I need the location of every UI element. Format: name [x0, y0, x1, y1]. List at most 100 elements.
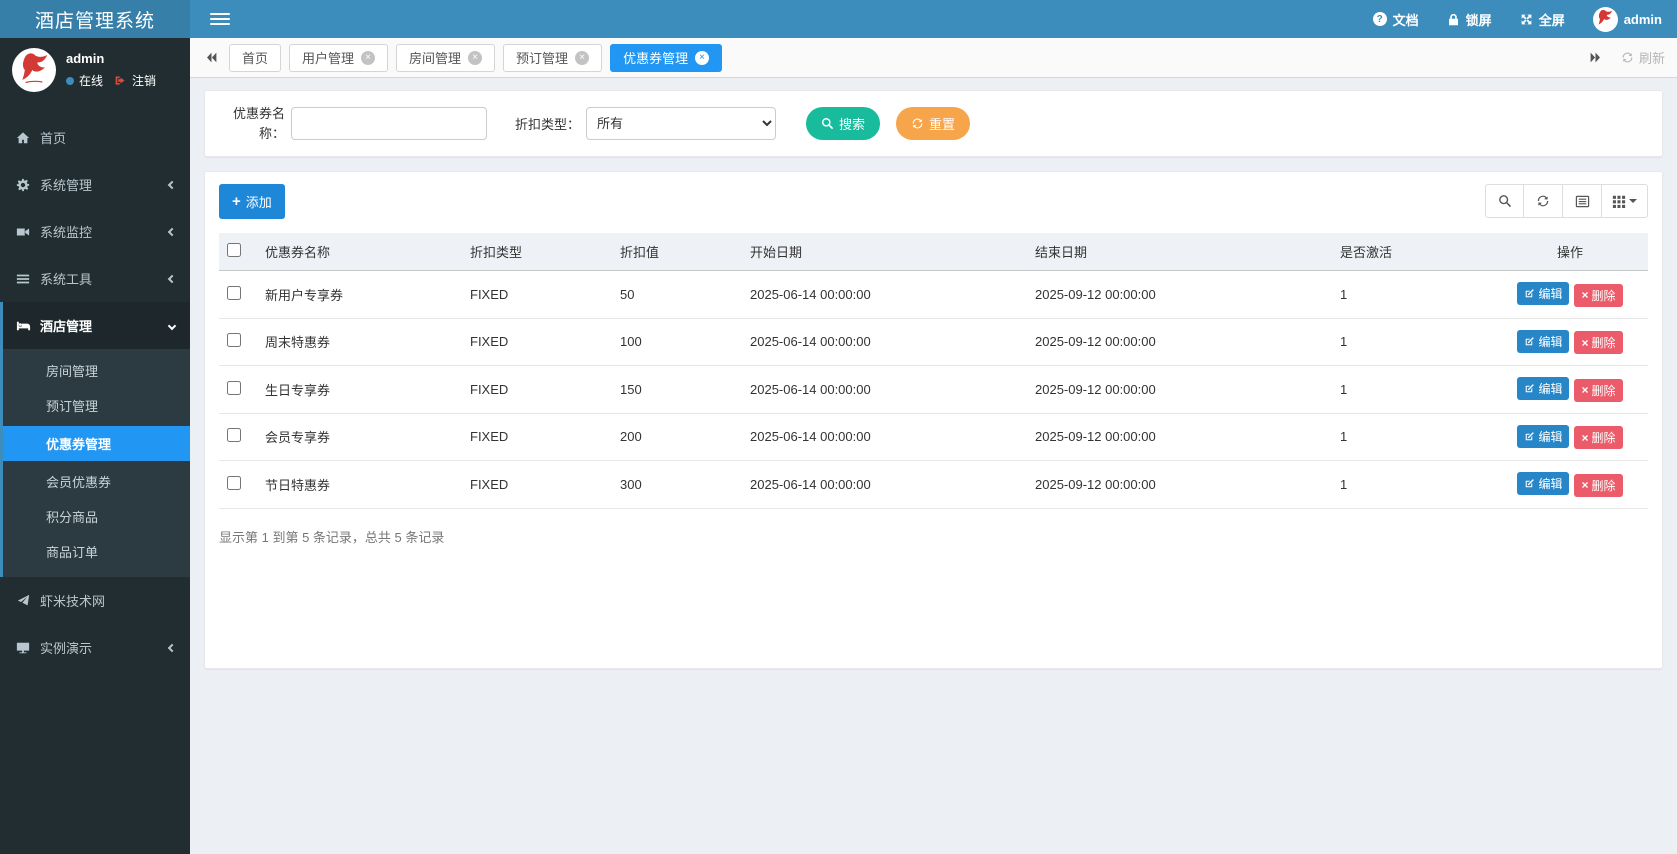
- gear-icon: [15, 178, 31, 192]
- cell-active: 1: [1332, 413, 1492, 461]
- close-icon[interactable]: ×: [361, 50, 376, 65]
- cell-discount-type: FIXED: [462, 318, 612, 366]
- app-logo[interactable]: 酒店管理系统: [0, 0, 190, 38]
- sidebar-item-system-tools[interactable]: 系统工具: [0, 255, 190, 302]
- row-checkbox[interactable]: [227, 475, 241, 490]
- x-icon: ×: [1581, 430, 1589, 445]
- caret-down-icon: [1629, 199, 1637, 203]
- col-active: 是否激活: [1332, 233, 1492, 271]
- sidebar-item-system-mgmt[interactable]: 系统管理: [0, 161, 190, 208]
- lock-screen-link[interactable]: 锁屏: [1447, 10, 1492, 29]
- row-checkbox[interactable]: [227, 380, 241, 395]
- sidebar-group-hotel-mgmt: 酒店管理 房间管理 预订管理 优惠券管理 会员优惠券 积分商品 商品订单: [0, 302, 190, 577]
- edit-button[interactable]: 编辑: [1517, 377, 1570, 400]
- question-circle-icon: ?: [1372, 12, 1387, 26]
- edit-icon: [1524, 288, 1535, 299]
- discount-type-label: 折扣类型：: [515, 117, 581, 132]
- delete-button[interactable]: × 删除: [1574, 473, 1623, 497]
- tabs-scroll-right-button[interactable]: [1586, 51, 1605, 64]
- fullscreen-icon: [1520, 13, 1533, 26]
- cell-start-date: 2025-06-14 00:00:00: [742, 318, 1027, 366]
- edit-button[interactable]: 编辑: [1517, 472, 1570, 495]
- row-checkbox[interactable]: [227, 285, 241, 300]
- bars-icon: [15, 272, 31, 286]
- sidebar-item-xiami[interactable]: 虾米技术网: [0, 577, 190, 624]
- reset-button[interactable]: 重置: [896, 107, 971, 140]
- video-camera-icon: [15, 225, 31, 239]
- cell-discount-type: FIXED: [462, 460, 612, 509]
- sidebar-item-goods-order[interactable]: 商品订单: [3, 534, 190, 569]
- col-discount-type: 折扣类型: [462, 233, 612, 271]
- close-icon[interactable]: ×: [468, 50, 483, 65]
- chevron-left-icon: [167, 180, 177, 189]
- cell-end-date: 2025-09-12 00:00:00: [1027, 460, 1332, 509]
- user-name: admin: [66, 51, 105, 66]
- col-discount-value: 折扣值: [612, 233, 742, 271]
- tabs-scroll-left-button[interactable]: [202, 51, 221, 64]
- cell-start-date: 2025-06-14 00:00:00: [742, 270, 1027, 319]
- cell-start-date: 2025-06-14 00:00:00: [742, 460, 1027, 509]
- grid-columns-icon: [1612, 194, 1626, 208]
- home-icon: [15, 131, 31, 145]
- sidebar-item-booking[interactable]: 预订管理: [3, 388, 190, 423]
- delete-button[interactable]: × 删除: [1574, 378, 1623, 402]
- sidebar-item-rooms[interactable]: 房间管理: [3, 353, 190, 388]
- user-panel: admin 在线 注销: [0, 38, 190, 106]
- tab-room-mgmt[interactable]: 房间管理 ×: [396, 43, 496, 72]
- add-button[interactable]: + 添加: [219, 184, 285, 219]
- sidebar-item-home[interactable]: 首页: [0, 114, 190, 161]
- x-icon: ×: [1581, 288, 1589, 302]
- sidebar-toggle-button[interactable]: [210, 13, 230, 25]
- close-icon[interactable]: ×: [575, 50, 590, 65]
- cell-coupon-name: 会员专享券: [257, 413, 462, 461]
- edit-icon: [1524, 383, 1535, 394]
- tab-coupon-mgmt[interactable]: 优惠券管理 ×: [610, 43, 723, 72]
- sidebar: admin 在线 注销 首页 系统管理 系统监控 系统工具 酒店管理 房间管理 …: [0, 38, 190, 854]
- discount-type-select[interactable]: 所有: [586, 107, 777, 140]
- coupon-name-input[interactable]: [291, 107, 487, 140]
- sidebar-item-demo[interactable]: 实例演示: [0, 624, 190, 671]
- top-navbar: 酒店管理系统 ? 文档 锁屏 全屏 admin: [0, 0, 1677, 38]
- delete-button[interactable]: × 删除: [1574, 426, 1623, 449]
- docs-link[interactable]: ? 文档: [1372, 10, 1419, 29]
- chevron-left-icon: [167, 643, 177, 652]
- search-button[interactable]: 搜索: [806, 107, 881, 140]
- cell-discount-value: 200: [612, 413, 742, 461]
- close-icon[interactable]: ×: [695, 50, 710, 65]
- online-status-icon: [66, 76, 74, 85]
- cell-coupon-name: 生日专享券: [257, 365, 462, 414]
- user-menu[interactable]: admin: [1592, 6, 1662, 32]
- sidebar-item-system-monitor[interactable]: 系统监控: [0, 208, 190, 255]
- bed-icon: [15, 318, 31, 333]
- fullscreen-link[interactable]: 全屏: [1520, 10, 1565, 29]
- avatar: [12, 48, 56, 92]
- table-row: 周末特惠券 FIXED 100 2025-06-14 00:00:00 2025…: [219, 318, 1648, 366]
- row-checkbox[interactable]: [227, 428, 241, 443]
- sidebar-item-member-coupon[interactable]: 会员优惠券: [3, 464, 190, 499]
- sidebar-item-points-goods[interactable]: 积分商品: [3, 499, 190, 534]
- edit-icon: [1524, 431, 1535, 442]
- refresh-icon: [1621, 51, 1634, 64]
- edit-button[interactable]: 编辑: [1517, 282, 1570, 305]
- table-search-button[interactable]: [1485, 184, 1524, 218]
- edit-button[interactable]: 编辑: [1517, 329, 1570, 353]
- sidebar-item-hotel-mgmt[interactable]: 酒店管理: [3, 302, 190, 349]
- table-toggle-view-button[interactable]: [1563, 184, 1602, 218]
- delete-button[interactable]: × 删除: [1574, 283, 1623, 307]
- tab-user-mgmt[interactable]: 用户管理 ×: [289, 43, 389, 72]
- sidebar-menu: 首页 系统管理 系统监控 系统工具 酒店管理 房间管理 预订管理 优惠券管理 会…: [0, 114, 190, 671]
- edit-button[interactable]: 编辑: [1517, 424, 1570, 448]
- chevron-down-icon: [167, 321, 177, 330]
- refresh-tab-button[interactable]: 刷新: [1621, 48, 1665, 67]
- cell-active: 1: [1332, 460, 1492, 509]
- row-checkbox[interactable]: [227, 333, 241, 348]
- refresh-icon: [911, 117, 924, 130]
- table-columns-button[interactable]: [1602, 184, 1648, 218]
- table-refresh-button[interactable]: [1524, 184, 1563, 218]
- sidebar-item-coupon[interactable]: 优惠券管理: [3, 426, 190, 461]
- select-all-checkbox[interactable]: [227, 243, 241, 257]
- delete-button[interactable]: × 删除: [1574, 331, 1623, 354]
- tab-home[interactable]: 首页: [229, 43, 282, 72]
- logout-link[interactable]: 注销: [132, 72, 156, 89]
- tab-booking-mgmt[interactable]: 预订管理 ×: [503, 43, 603, 72]
